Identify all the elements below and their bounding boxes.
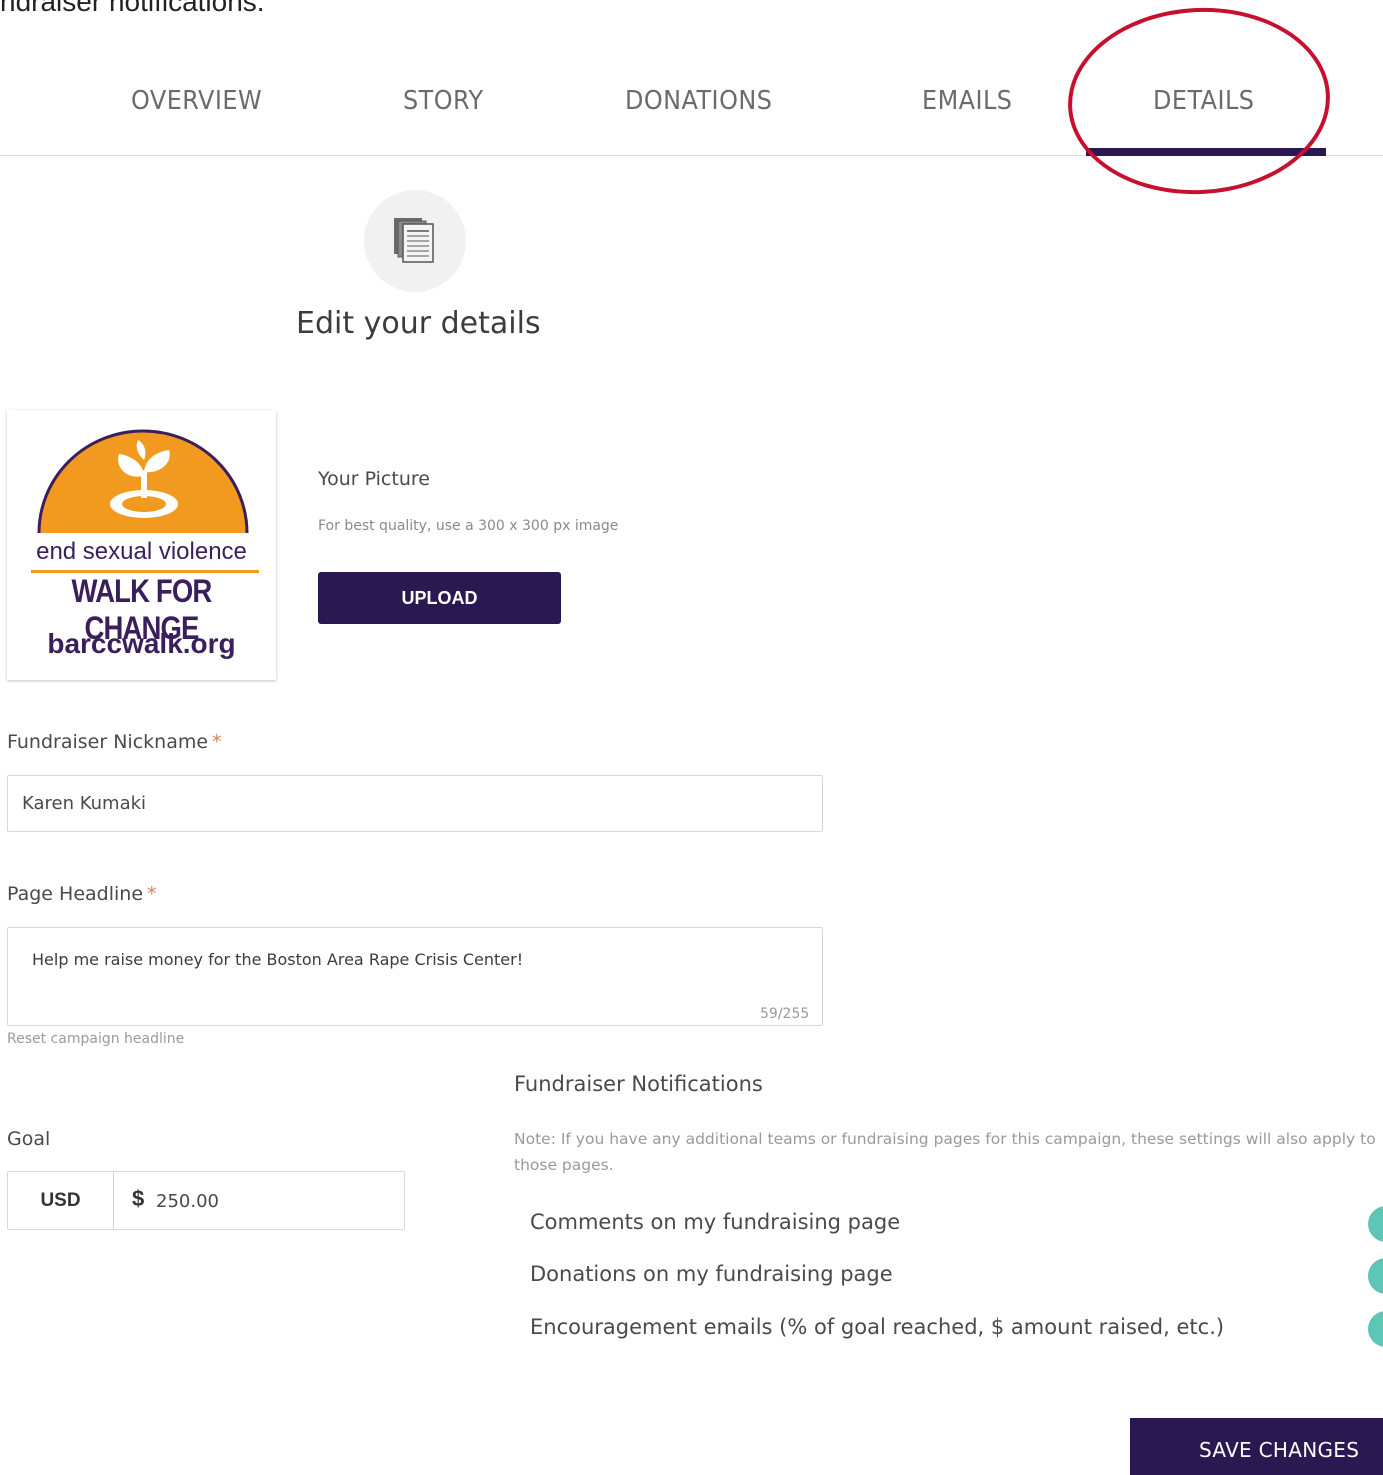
required-marker: * [147,883,157,905]
notifications-title: Fundraiser Notifications [514,1072,763,1096]
goal-label: Goal [7,1128,51,1150]
notification-comments-label: Comments on my fundraising page [530,1210,901,1234]
upload-button[interactable]: UPLOAD [318,572,561,624]
dollar-symbol: $ [132,1186,145,1211]
walk-for-change-logo-graphic [37,429,249,534]
currency-selector[interactable]: USD [8,1172,114,1229]
headline-label-text: Page Headline [7,883,144,905]
tab-overview[interactable]: OVERVIEW [131,86,262,116]
active-tab-indicator [1086,148,1326,156]
logo-url: barccwalk.org [47,628,236,659]
tab-bar: OVERVIEW STORY DONATIONS EMAILS DETAILS [0,60,1383,156]
required-marker: * [212,731,222,753]
nickname-label: Fundraiser Nickname * [7,731,222,753]
tab-story[interactable]: STORY [403,86,484,116]
reset-headline-link[interactable]: Reset campaign headline [7,1031,184,1047]
save-changes-button[interactable]: SAVE CHANGES [1130,1418,1383,1475]
notification-donations-label: Donations on my fundraising page [530,1262,893,1286]
goal-field: USD $ [7,1171,405,1230]
tab-details[interactable]: DETAILS [1153,86,1254,116]
goal-amount-input[interactable] [156,1184,386,1218]
nickname-label-text: Fundraiser Nickname [7,731,209,753]
profile-picture: end sexual violence WALK FOR CHANGE barc… [7,410,276,680]
logo-tagline: end sexual violence [36,538,247,565]
notification-comments-toggle[interactable] [1368,1206,1383,1242]
document-stack-icon [394,218,434,263]
headline-char-count: 59/255 [760,1006,810,1022]
headline-textarea[interactable]: Help me raise money for the Boston Area … [7,927,823,1026]
notification-donations-toggle[interactable] [1368,1258,1383,1294]
notifications-note: Note: If you have any additional teams o… [514,1130,1376,1174]
details-header-icon-circle [364,190,466,292]
picture-label: Your Picture [318,468,430,490]
notification-encouragement-toggle[interactable] [1368,1311,1383,1347]
headline-label: Page Headline * [7,883,157,905]
page-caption: ndraiser notifications. [0,0,265,17]
picture-hint: For best quality, use a 300 x 300 px ima… [318,518,619,534]
tab-donations[interactable]: DONATIONS [625,86,772,116]
nickname-input[interactable] [7,775,823,832]
tab-emails[interactable]: EMAILS [922,86,1012,116]
page-title: Edit your details [296,306,541,341]
notification-encouragement-label: Encouragement emails (% of goal reached,… [530,1315,1225,1339]
